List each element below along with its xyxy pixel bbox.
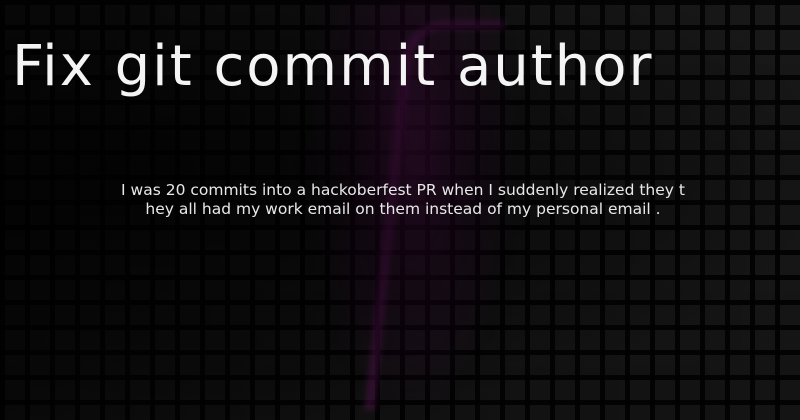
page-title: Fix git commit author	[12, 34, 654, 99]
social-card: Fix git commit author I was 20 commits i…	[0, 0, 800, 420]
post-description: I was 20 commits into a hackoberfest PR …	[121, 181, 685, 218]
